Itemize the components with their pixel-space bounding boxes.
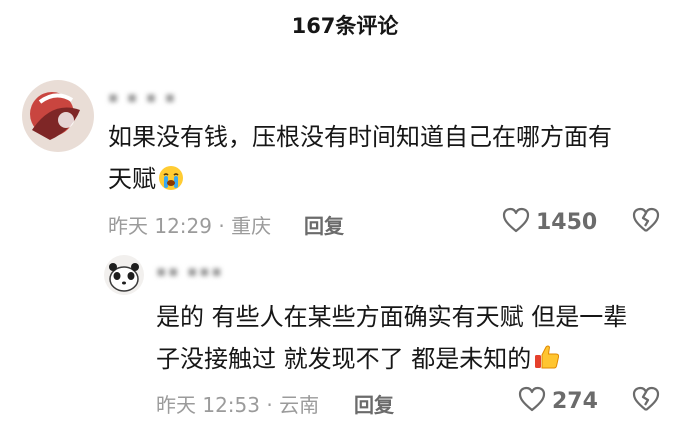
comment-meta: 昨天 12:53 · 云南 [156, 393, 320, 417]
comment-text: 如果没有钱，压根没有时间知道自己在哪方面有 天赋 [108, 116, 668, 204]
crying-face-icon [158, 162, 184, 204]
dislike-button[interactable] [632, 207, 660, 237]
comment-text: 是的 有些人在某些方面确实有天赋 但是一辈 子没接触过 就发现不了 都是未知的 [156, 296, 676, 384]
reply-button[interactable]: 回复 [304, 210, 344, 239]
heart-icon [502, 207, 530, 237]
avatar[interactable] [104, 255, 144, 295]
thumbs-up-icon [533, 342, 561, 384]
like-count: 274 [552, 388, 598, 414]
username[interactable]: ▪▪ ▪▪▪ [156, 262, 224, 280]
dislike-button[interactable] [632, 386, 660, 416]
like-button[interactable]: 274 [518, 386, 598, 416]
comment-text-line: 子没接触过 就发现不了 都是未知的 [156, 338, 676, 384]
like-button[interactable]: 1450 [502, 207, 597, 237]
comment-text-line: 天赋 [108, 158, 668, 204]
username[interactable]: ▪ ▪ ▪ ▪ [108, 88, 177, 106]
like-count: 1450 [536, 209, 598, 235]
avatar[interactable] [22, 80, 94, 152]
comment-text-line: 是的 有些人在某些方面确实有天赋 但是一辈 [156, 303, 628, 331]
broken-heart-icon [632, 207, 660, 232]
heart-icon [518, 386, 546, 416]
broken-heart-icon [632, 386, 660, 411]
comment-text-line: 如果没有钱，压根没有时间知道自己在哪方面有 [108, 123, 612, 151]
reply-button[interactable]: 回复 [354, 389, 394, 418]
comment-meta: 昨天 12:29 · 重庆 [108, 214, 272, 238]
comment-count-title: 167条评论 [291, 14, 399, 38]
